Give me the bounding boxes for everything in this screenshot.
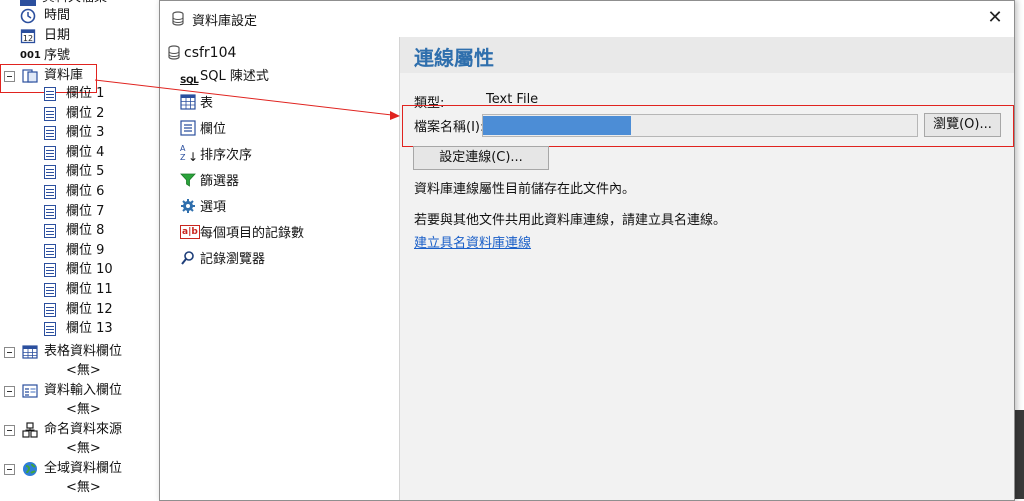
annotation-arrow [94,79,400,120]
